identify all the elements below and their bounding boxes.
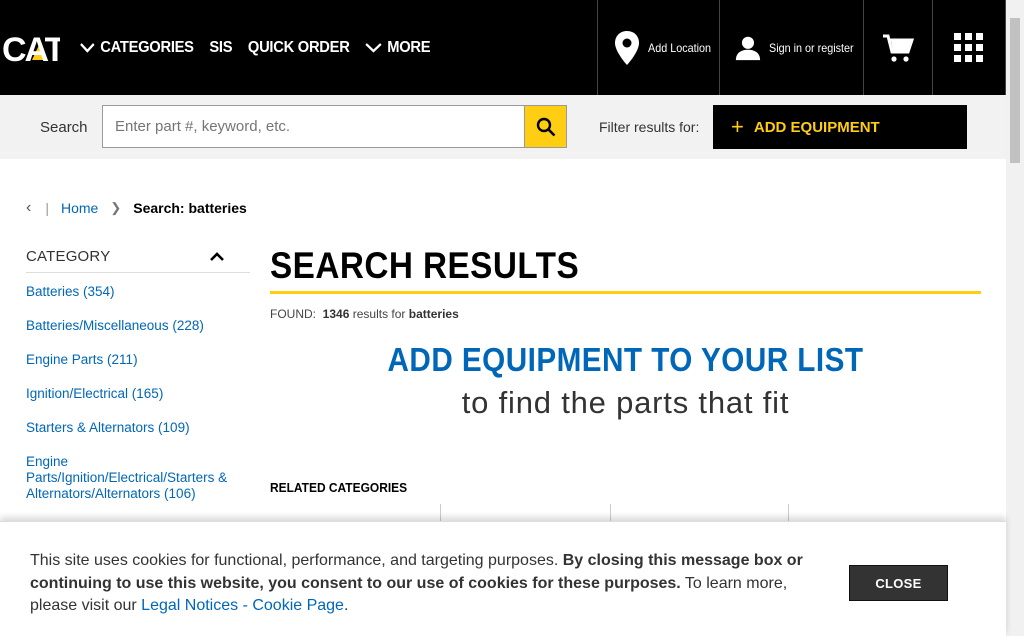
category-header[interactable]: CATEGORY (26, 240, 250, 273)
category-item[interactable]: Batteries/Miscellaneous (228) (26, 318, 250, 334)
location-pin-icon (615, 30, 639, 65)
search-input[interactable] (102, 105, 525, 148)
found-query: batteries (408, 307, 459, 321)
cookie-message: This site uses cookies for functional, p… (30, 550, 820, 618)
chevron-down-icon (365, 42, 382, 53)
add-location-button[interactable]: Add Location (597, 0, 719, 95)
cookie-text-1: This site uses cookies for functional, p… (30, 552, 563, 569)
category-list: Batteries (354) Batteries/Miscellaneous … (26, 284, 250, 502)
add-equipment-promo-heading[interactable]: ADD EQUIPMENT TO YOUR LIST (306, 341, 946, 379)
related-divider (610, 504, 611, 522)
nav-more-label: MORE (387, 38, 431, 56)
category-item[interactable]: Engine Parts/Ignition/Electrical/Starter… (26, 454, 250, 502)
nav-categories-label: CATEGORIES (100, 38, 194, 56)
chevron-up-icon (210, 251, 224, 261)
add-equipment-promo-sub: to find the parts that fit (461, 385, 790, 420)
nav-quick-order[interactable]: QUICK ORDER (248, 39, 350, 57)
scrollbar-thumb[interactable] (1010, 18, 1020, 163)
sign-in-button[interactable]: Sign in or register (719, 0, 863, 95)
cookie-text-3: . (343, 597, 349, 614)
nav-sis-label: SIS (209, 38, 233, 56)
cart-icon (883, 34, 914, 62)
cat-logo[interactable]: CAT (2, 27, 68, 69)
category-item[interactable]: Engine Parts (211) (26, 352, 250, 368)
related-categories-heading: RELATED CATEGORIES (270, 480, 408, 495)
apps-menu-button[interactable] (932, 0, 1006, 95)
related-divider (788, 504, 789, 522)
search-bar: Search Filter results for: + ADD EQUIPME… (0, 95, 1006, 159)
search-results-main: SEARCH RESULTS FOUND: 1346 results for b… (270, 240, 981, 421)
top-header: CAT CATEGORIES SIS QUICK ORDER MORE Add … (0, 0, 1006, 95)
nav-sis[interactable]: SIS (209, 39, 232, 57)
search-icon (536, 117, 555, 136)
add-equipment-label: ADD EQUIPMENT (753, 118, 880, 136)
plus-icon: + (731, 114, 744, 139)
nav-more[interactable]: MORE (365, 38, 431, 57)
found-count: 1346 (322, 307, 350, 321)
nav-categories[interactable]: CATEGORIES (80, 39, 194, 57)
category-sidebar: CATEGORY Batteries (354) Batteries/Misce… (26, 240, 250, 502)
user-icon (735, 36, 761, 60)
page-title: SEARCH RESULTS (270, 245, 580, 286)
chevron-right-icon: ❯ (110, 200, 122, 215)
search-button[interactable] (524, 105, 567, 148)
found-label: FOUND: (270, 307, 316, 321)
breadcrumb-home[interactable]: Home (61, 200, 98, 216)
filter-label: Filter results for: (599, 119, 700, 135)
cart-button[interactable] (863, 0, 932, 95)
add-location-label: Add Location (648, 40, 712, 55)
breadcrumb: ‹ | Home ❯ Search: batteries (26, 199, 247, 217)
breadcrumb-divider: | (45, 200, 49, 216)
category-item[interactable]: Batteries (354) (26, 284, 250, 300)
category-item[interactable]: Starters & Alternators (109) (26, 420, 250, 436)
related-divider (440, 504, 441, 522)
svg-text:CAT: CAT (2, 31, 60, 65)
chevron-left-icon[interactable]: ‹ (26, 199, 31, 217)
main-nav: CATEGORIES SIS QUICK ORDER MORE (80, 0, 446, 95)
breadcrumb-current: Search: batteries (133, 200, 247, 216)
cookie-policy-link[interactable]: Legal Notices - Cookie Page (141, 597, 344, 614)
category-heading: CATEGORY (26, 247, 111, 265)
category-item[interactable]: Ignition/Electrical (165) (26, 386, 250, 402)
found-mid: results for (352, 307, 406, 321)
add-equipment-button[interactable]: + ADD EQUIPMENT (713, 105, 967, 149)
cookie-close-button[interactable]: CLOSE (849, 565, 948, 601)
grid-icon (954, 32, 983, 62)
results-count: FOUND: 1346 results for batteries (270, 307, 981, 321)
sign-in-label: Sign in or register (768, 40, 854, 55)
search-label: Search (40, 119, 88, 136)
nav-quick-order-label: QUICK ORDER (247, 38, 350, 56)
chevron-down-icon (80, 42, 95, 53)
